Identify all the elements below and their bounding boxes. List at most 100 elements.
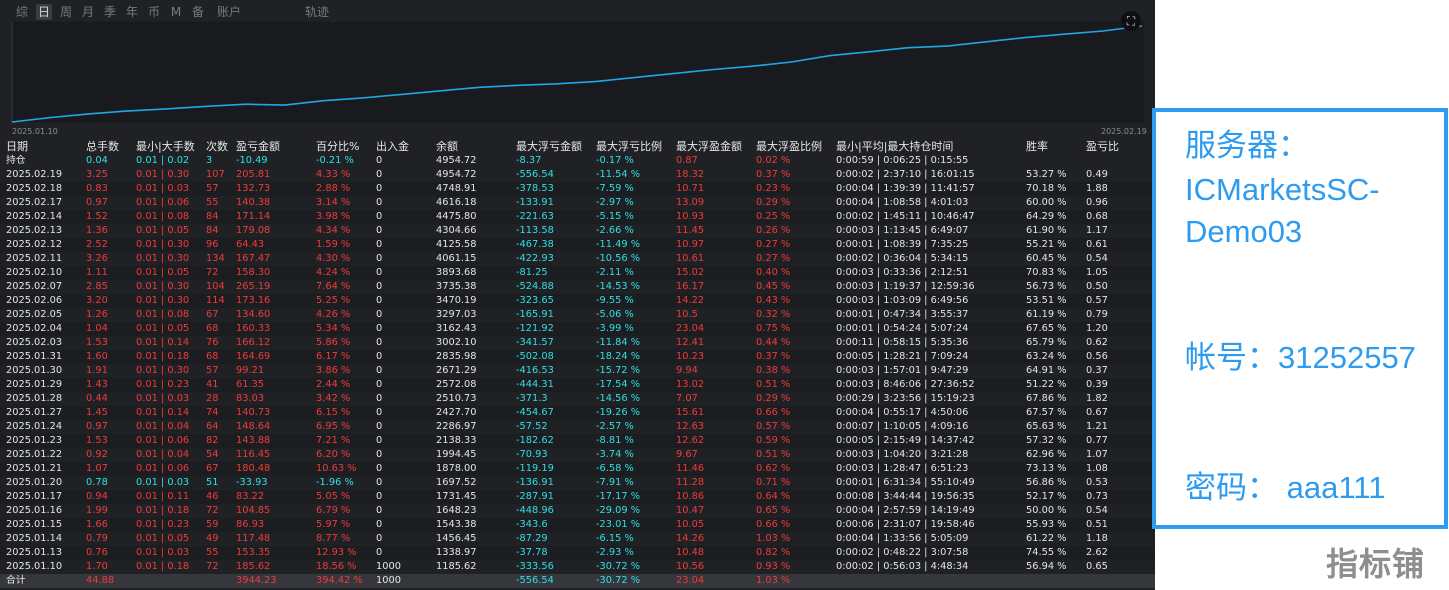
table-row[interactable]: 2025.01.13 0.76 0.01 | 0.03 55 153.35 12.93 %… xyxy=(0,546,1155,560)
tab-3[interactable]: 月 xyxy=(80,4,96,20)
cell-pct: 12.93 % xyxy=(316,547,357,558)
cell-count: 84 xyxy=(206,211,219,222)
cell-max-float-profit-pct: 0.23 % xyxy=(756,183,791,194)
tab-1[interactable]: 日 xyxy=(36,4,52,20)
cell-lots: 1.99 xyxy=(86,505,108,516)
account-number: 帐号：31252557 xyxy=(1185,340,1416,375)
table-row[interactable]: 2025.01.10 1.70 0.01 | 0.18 72 185.62 18.56 %… xyxy=(0,560,1155,574)
cell-max-float-loss: -556.54 xyxy=(516,575,554,586)
cell-pl-ratio: 0.68 xyxy=(1086,211,1108,222)
cell-lots: 1.45 xyxy=(86,407,108,418)
cell-pct: 2.88 % xyxy=(316,183,351,194)
tab-7[interactable]: M xyxy=(170,4,182,20)
cell-max-float-profit: 23.04 xyxy=(676,575,705,586)
table-row[interactable]: 2025.01.15 1.66 0.01 | 0.23 59 86.93 5.97 % 0 1… xyxy=(0,518,1155,532)
cell-inout: 0 xyxy=(376,421,383,432)
table-row[interactable]: 2025.01.23 1.53 0.01 | 0.06 82 143.88 7.21 % 0… xyxy=(0,434,1155,448)
cell-max-float-profit-pct: 0.25 % xyxy=(756,211,791,222)
table-row[interactable]: 2025.02.04 1.04 0.01 | 0.05 68 160.33 5.34 % 0… xyxy=(0,322,1155,336)
cell-pnl: 173.16 xyxy=(236,295,271,306)
cell-lots: 44.88 xyxy=(86,575,115,586)
cell-lots: 0.44 xyxy=(86,393,108,404)
table-row[interactable]: 2025.02.10 1.11 0.01 | 0.05 72 158.30 4.24 % 0… xyxy=(0,266,1155,280)
table-row[interactable]: 2025.01.21 1.07 0.01 | 0.06 67 180.48 10.63 %… xyxy=(0,462,1155,476)
table-row[interactable]: 2025.02.19 3.25 0.01 | 0.30 107 205.81 4.33 %… xyxy=(0,168,1155,182)
cell-lots: 1.07 xyxy=(86,463,108,474)
cell-max-float-loss: -287.91 xyxy=(516,491,554,502)
cell-pct: 7.21 % xyxy=(316,435,351,446)
table-row[interactable]: 2025.02.11 3.26 0.01 | 0.30 134 167.47 4.30 %… xyxy=(0,252,1155,266)
cell-balance: 3470.19 xyxy=(436,295,477,306)
table-row[interactable]: 2025.02.05 1.26 0.01 | 0.08 67 134.60 4.26 % 0… xyxy=(0,308,1155,322)
cell-balance: 4061.15 xyxy=(436,253,477,264)
table-row[interactable]: 2025.01.14 0.79 0.01 | 0.05 49 117.48 8.77 % 0… xyxy=(0,532,1155,546)
cell-max-float-profit: 9.94 xyxy=(676,365,698,376)
cell-minmax: 0.01 | 0.30 xyxy=(136,295,190,306)
cell-win-rate: 67.65 % xyxy=(1026,323,1067,334)
cell-pct: 5.86 % xyxy=(316,337,351,348)
tab-6[interactable]: 币 xyxy=(146,4,162,20)
cell-max-float-profit: 12.63 xyxy=(676,421,705,432)
cell-max-float-profit-pct: 0.66 % xyxy=(756,407,791,418)
tab-2[interactable]: 周 xyxy=(58,4,74,20)
tab-9[interactable]: 账户 xyxy=(214,4,244,20)
cell-pnl: 132.73 xyxy=(236,183,271,194)
table-row[interactable]: 2025.01.31 1.60 0.01 | 0.18 68 164.69 6.17 % 0… xyxy=(0,350,1155,364)
table-row[interactable]: 2025.02.12 2.52 0.01 | 0.30 96 64.43 1.59 % 0 4… xyxy=(0,238,1155,252)
cell-minmax: 0.01 | 0.04 xyxy=(136,449,190,460)
table-row[interactable]: 2025.01.20 0.78 0.01 | 0.03 51 -33.93 -1.96 %… xyxy=(0,476,1155,490)
cell-max-float-profit: 15.02 xyxy=(676,267,705,278)
cell-max-float-profit: 10.61 xyxy=(676,253,705,264)
cell-date: 2025.01.22 xyxy=(6,449,63,460)
tab-5[interactable]: 年 xyxy=(124,4,140,20)
cell-balance: 4125.58 xyxy=(436,239,477,250)
cell-max-float-profit-pct: 0.40 % xyxy=(756,267,791,278)
cell-balance: 4304.66 xyxy=(436,225,477,236)
table-row[interactable]: 2025.02.13 1.36 0.01 | 0.05 84 179.08 4.34 % 0… xyxy=(0,224,1155,238)
cell-date: 2025.01.30 xyxy=(6,365,63,376)
cell-date: 2025.02.12 xyxy=(6,239,63,250)
table-row[interactable]: 2025.02.07 2.85 0.01 | 0.30 104 265.19 7.64 %… xyxy=(0,280,1155,294)
balance-curve-chart xyxy=(11,22,1144,123)
cell-inout: 0 xyxy=(376,295,383,306)
tab-4[interactable]: 季 xyxy=(102,4,118,20)
cell-max-float-loss: -37.78 xyxy=(516,547,548,558)
cell-lots: 1.91 xyxy=(86,365,108,376)
table-total-row[interactable]: 合计 44.88 3944.23 394.42 % 1000 -556.54 -30.72 … xyxy=(0,574,1155,588)
cell-max-float-loss-pct: -30.72 % xyxy=(596,575,641,586)
cell-pct: 8.77 % xyxy=(316,533,351,544)
table-holding-row[interactable]: 持仓 0.04 0.01 | 0.02 3 -10.49 -0.21 % 0 4954.72 -… xyxy=(0,154,1155,168)
table-row[interactable]: 2025.01.30 1.91 0.01 | 0.30 57 99.21 3.86 % 0 2… xyxy=(0,364,1155,378)
cell-max-float-loss-pct: -11.84 % xyxy=(596,337,641,348)
table-row[interactable]: 2025.02.17 0.97 0.01 | 0.06 55 140.38 3.14 % 0… xyxy=(0,196,1155,210)
cell-inout: 0 xyxy=(376,435,383,446)
table-row[interactable]: 2025.02.03 1.53 0.01 | 0.14 76 166.12 5.86 % 0… xyxy=(0,336,1155,350)
report-panel: 综日周月季年币 M 备账户 轨迹 ⛶ 2025.01.10 2025.02.19 日期… xyxy=(0,0,1155,590)
cell-max-float-profit: 23.04 xyxy=(676,323,705,334)
table-row[interactable]: 2025.01.29 1.43 0.01 | 0.23 41 61.35 2.44 % 0 2… xyxy=(0,378,1155,392)
table-row[interactable]: 2025.01.22 0.92 0.01 | 0.04 54 116.45 6.20 % 0… xyxy=(0,448,1155,462)
table-row[interactable]: 2025.01.27 1.45 0.01 | 0.14 74 140.73 6.15 % 0… xyxy=(0,406,1155,420)
cell-lots: 1.43 xyxy=(86,379,108,390)
cell-count: 64 xyxy=(206,421,219,432)
table-row[interactable]: 2025.01.24 0.97 0.01 | 0.04 64 148.64 6.95 % 0… xyxy=(0,420,1155,434)
table-row[interactable]: 2025.02.06 3.20 0.01 | 0.30 114 173.16 5.25 %… xyxy=(0,294,1155,308)
cell-count: 72 xyxy=(206,505,219,516)
table-row[interactable]: 2025.01.17 0.94 0.01 | 0.11 46 83.22 5.05 % 0 1… xyxy=(0,490,1155,504)
cell-minmax: 0.01 | 0.03 xyxy=(136,477,190,488)
table-row[interactable]: 2025.02.14 1.52 0.01 | 0.08 84 171.14 3.98 % 0… xyxy=(0,210,1155,224)
cell-balance: 1185.62 xyxy=(436,561,477,572)
cell-max-float-profit: 13.09 xyxy=(676,197,705,208)
header-cell: 最小|大手数 xyxy=(136,140,195,153)
tab-8[interactable]: 备 xyxy=(190,4,206,20)
expand-icon[interactable]: ⛶ xyxy=(1121,11,1141,31)
cell-max-float-profit: 11.45 xyxy=(676,225,705,236)
table-row[interactable]: 2025.02.18 0.83 0.01 | 0.03 57 132.73 2.88 % 0… xyxy=(0,182,1155,196)
tab-10[interactable]: 轨迹 xyxy=(302,4,332,20)
table-row[interactable]: 2025.01.16 1.99 0.01 | 0.18 72 104.85 6.79 % 0… xyxy=(0,504,1155,518)
cell-max-float-loss: -333.56 xyxy=(516,561,554,572)
cell-max-float-profit-pct: 0.65 % xyxy=(756,505,791,516)
table-row[interactable]: 2025.01.28 0.44 0.01 | 0.03 28 83.03 3.42 % 0 2… xyxy=(0,392,1155,406)
cell-date: 2025.01.23 xyxy=(6,435,63,446)
tab-0[interactable]: 综 xyxy=(14,4,30,20)
